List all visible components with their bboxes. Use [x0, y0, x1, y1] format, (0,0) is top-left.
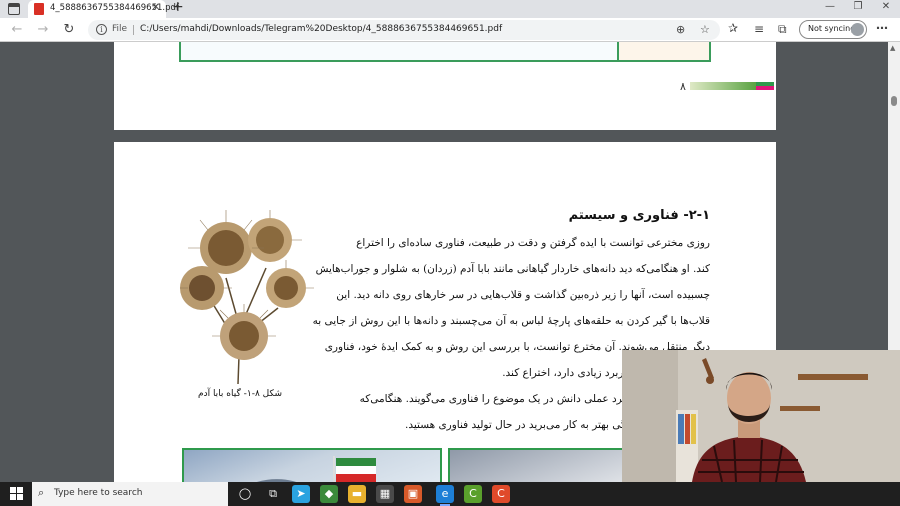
- close-window-icon[interactable]: ✕: [876, 1, 896, 15]
- new-tab-icon[interactable]: +: [172, 0, 184, 15]
- address-bar[interactable]: i File C:/Users/mahdi/Downloads/Telegram…: [88, 20, 720, 40]
- decorative-bar: [690, 82, 756, 90]
- refresh-icon[interactable]: ↻: [60, 21, 78, 39]
- favorites-icon[interactable]: ✰: [728, 21, 738, 35]
- paragraph-line: روزی مخترعی توانست با ایده گرفتن و دقت د…: [356, 237, 710, 249]
- taskbar-search[interactable]: ⌕ Type here to search: [32, 482, 228, 506]
- office-icon[interactable]: ▣: [404, 485, 422, 503]
- url-text[interactable]: C:/Users/mahdi/Downloads/Telegram%20Desk…: [140, 24, 502, 34]
- pdf-file-icon: [34, 3, 44, 15]
- info-icon[interactable]: i: [96, 24, 107, 35]
- figure-image-left: [182, 448, 442, 482]
- paragraph-line: چسبیده است، آنها را زیر ذره‌بین گذاشت و …: [336, 289, 710, 301]
- search-placeholder: Type here to search: [54, 488, 143, 498]
- taskbar: ⌕ Type here to search ◯ ⧉ ➤ ◆ ▬ ▦ ▣ e C …: [0, 482, 900, 506]
- favorite-star-icon[interactable]: ☆: [700, 23, 710, 36]
- camtasia-icon[interactable]: C: [464, 485, 482, 503]
- scroll-up-icon[interactable]: ▲: [890, 44, 895, 52]
- page-number: ۸: [680, 80, 686, 93]
- zoom-icon[interactable]: ⊕: [676, 23, 685, 36]
- tab-strip: 4_5888636755384469651.pdf ✕ + — ❐ ✕: [0, 0, 900, 18]
- app-icon[interactable]: ◆: [320, 485, 338, 503]
- figure-image-right: [448, 448, 628, 482]
- profile-status: Not syncing: [808, 24, 856, 33]
- scheme-label: File: [112, 24, 128, 34]
- profile-button[interactable]: Not syncing: [799, 20, 867, 39]
- browser-toolbar: ← → ↻ i File C:/Users/mahdi/Downloads/Te…: [0, 18, 900, 42]
- pdf-page-previous: ۸: [114, 42, 776, 130]
- table-box: [179, 42, 711, 62]
- cortana-icon[interactable]: ◯: [236, 485, 254, 503]
- file-explorer-icon[interactable]: ▬: [348, 485, 366, 503]
- forward-icon[interactable]: →: [34, 21, 52, 39]
- webcam-overlay: [622, 350, 900, 482]
- collections-icon[interactable]: ⧉: [778, 22, 787, 37]
- tab-actions-icon[interactable]: [8, 3, 20, 15]
- section-heading: ۲-۱- فناوری و سیستم: [568, 208, 710, 223]
- recorder-icon[interactable]: C: [492, 485, 510, 503]
- burdock-plant-image: [180, 210, 314, 384]
- paragraph-line: کند. او هنگامی‌که دید دانه‌های خاردار گی…: [315, 263, 710, 275]
- browser-tab[interactable]: 4_5888636755384469651.pdf ✕: [28, 0, 179, 18]
- reading-list-icon[interactable]: ≡: [754, 22, 764, 36]
- table-cell: [617, 42, 709, 60]
- decorative-bar-accent-top: [756, 82, 774, 86]
- task-view-icon[interactable]: ⧉: [264, 485, 282, 503]
- scroll-thumb[interactable]: [891, 96, 897, 106]
- store-icon[interactable]: ▦: [376, 485, 394, 503]
- figure-caption: شکل ۸-۱- گیاه بابا آدم: [198, 389, 283, 399]
- address-divider: [133, 25, 134, 35]
- telegram-icon[interactable]: ➤: [292, 485, 310, 503]
- close-tab-icon[interactable]: ✕: [152, 2, 160, 13]
- paragraph-line: قلاب‌ها با گیر کردن به حلقه‌های پارچهٔ ل…: [310, 315, 710, 327]
- more-menu-icon[interactable]: ⋯: [876, 21, 888, 35]
- edge-icon[interactable]: e: [436, 485, 454, 506]
- avatar: [851, 23, 864, 36]
- back-icon[interactable]: ←: [8, 21, 26, 39]
- search-icon: ⌕: [38, 486, 45, 499]
- webcam-presenter-image: [622, 350, 900, 482]
- windows-start-icon[interactable]: [10, 487, 24, 501]
- restore-icon[interactable]: ❐: [848, 1, 868, 15]
- minimize-icon[interactable]: —: [820, 1, 840, 15]
